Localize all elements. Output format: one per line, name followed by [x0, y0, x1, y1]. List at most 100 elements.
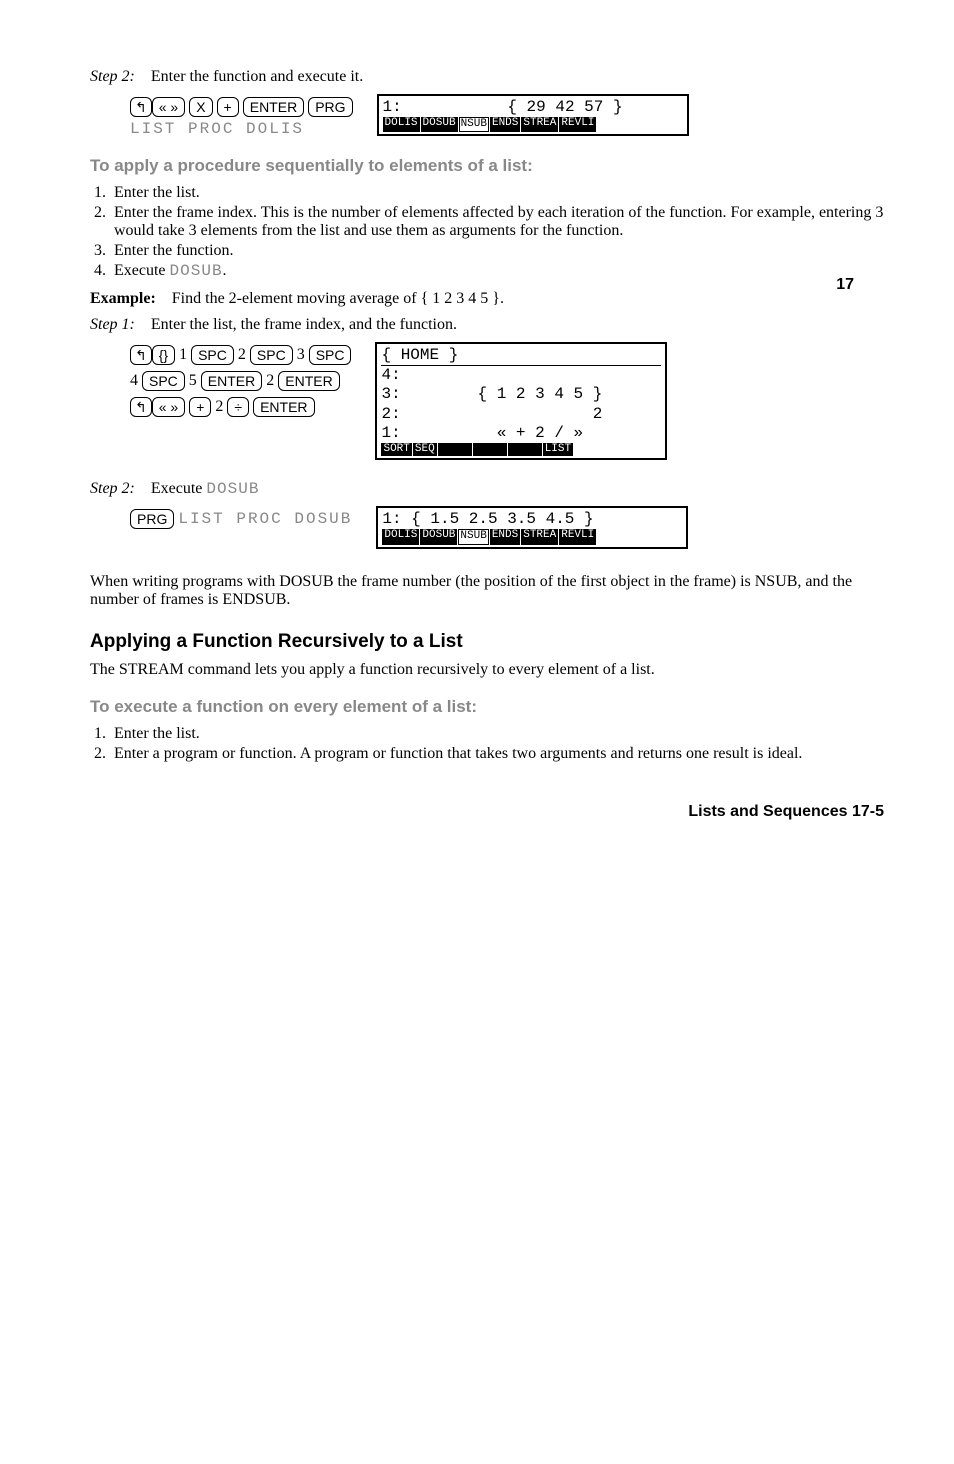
menu2-seq: SEQ	[413, 443, 437, 456]
step2b-text-b: DOSUB	[206, 480, 259, 498]
menu3-dosub: DOSUB	[420, 529, 457, 544]
step2b-line: Step 2: Execute DOSUB	[90, 480, 884, 498]
keys3-row: PRG LIST PROC DOSUB	[130, 506, 352, 532]
example-line: Example: Find the 2-element moving avera…	[90, 290, 884, 308]
screen2-l4: 4:	[381, 366, 661, 385]
step2a-text: Enter the function and execute it.	[151, 68, 363, 85]
screen2-header: { HOME }	[381, 346, 661, 366]
key-shift: ↰	[130, 97, 152, 117]
k-5: 5	[189, 372, 197, 389]
k-3: 3	[297, 346, 305, 363]
menu2-b1	[438, 443, 472, 456]
key-prg2: PRG	[130, 509, 174, 529]
k-2: 2	[238, 346, 246, 363]
key-enter: ENTER	[243, 97, 304, 117]
step2b-label: Step 2:	[90, 480, 135, 497]
menu2-b2	[473, 443, 507, 456]
screen2-l1: 1: « + 2 / »	[381, 424, 661, 443]
key-plus: +	[217, 97, 239, 117]
menu-strea: STREA	[521, 117, 558, 132]
list1-item2: Enter the frame index. This is the numbe…	[110, 204, 884, 240]
k-1: 1	[179, 346, 187, 363]
example-label: Example:	[90, 290, 156, 307]
screen1-l1: 1: { 29 42 57 }	[383, 98, 683, 117]
key-x: X	[189, 97, 212, 117]
step1b-label: Step 1:	[90, 316, 135, 333]
key-enter3: ENTER	[253, 397, 314, 417]
heading1: To apply a procedure sequentially to ele…	[90, 156, 884, 176]
list2-item1: Enter the list.	[110, 725, 884, 743]
example-text: Find the 2-element moving average of { 1…	[172, 290, 504, 307]
key-shift2: ↰	[130, 345, 152, 365]
screen1: 1: { 29 42 57 } DOLIS DOSUB NSUB ENDS ST…	[377, 94, 689, 136]
step1b-text: Enter the list, the frame index, and the…	[151, 316, 457, 333]
key-spc4: SPC	[142, 371, 185, 391]
key-enter2: ENTER	[278, 371, 339, 391]
list1-item4: Execute DOSUB.	[110, 262, 884, 280]
screen2-menu: SORT SEQ LIST	[381, 443, 661, 456]
menu-revli: REVLI	[559, 117, 596, 132]
step2a-line: Step 2: Enter the function and execute i…	[90, 68, 884, 86]
list1-item4-a: Execute	[114, 262, 170, 279]
menu2-sort: SORT	[381, 443, 411, 456]
k-4: 4	[130, 372, 138, 389]
step2b-text-a: Execute	[151, 480, 207, 497]
menu-dolis: DOLIS	[383, 117, 420, 132]
k-2b: 2	[266, 372, 274, 389]
screen1-menu: DOLIS DOSUB NSUB ENDS STREA REVLI	[383, 117, 683, 132]
key-spc2: SPC	[250, 345, 293, 365]
list1-item3: Enter the function.	[110, 242, 884, 260]
key-laquo2: « »	[152, 397, 185, 417]
heading2: Applying a Function Recursively to a Lis…	[90, 631, 884, 653]
screen3: 1: { 1.5 2.5 3.5 4.5 } DOLIS DOSUB NSUB …	[376, 506, 688, 548]
screen2-l3: 3: { 1 2 3 4 5 }	[381, 385, 661, 404]
page-footer: Lists and Sequences 17-5	[90, 803, 884, 821]
list1-item4-c: .	[223, 262, 227, 279]
block2: ↰{} 1 SPC 2 SPC 3 SPC 4 SPC 5 ENTER 2 EN…	[130, 342, 884, 460]
menu3-dolis: DOLIS	[382, 529, 419, 544]
list2: Enter the list. Enter a program or funct…	[90, 725, 884, 763]
menu3-revli: REVLI	[559, 529, 596, 544]
keys3: PRG LIST PROC DOSUB	[130, 506, 352, 532]
heading3: To execute a function on every element o…	[90, 697, 884, 717]
margin-17: 17	[836, 276, 854, 294]
block3: PRG LIST PROC DOSUB 1: { 1.5 2.5 3.5 4.5…	[130, 506, 884, 548]
block1: ↰« » X + ENTER PRG LIST PROC DOLIS 1: { …	[130, 94, 884, 138]
list1-item4-b: DOSUB	[170, 262, 223, 280]
menu3-strea: STREA	[521, 529, 558, 544]
key-enter1: ENTER	[201, 371, 262, 391]
menu-dosub: DOSUB	[421, 117, 458, 132]
menu2-b3	[508, 443, 542, 456]
menu-ends: ENDS	[490, 117, 520, 132]
keys1: ↰« » X + ENTER PRG LIST PROC DOLIS	[130, 94, 353, 138]
k-2c: 2	[215, 398, 223, 415]
keys2: ↰{} 1 SPC 2 SPC 3 SPC 4 SPC 5 ENTER 2 EN…	[130, 342, 351, 420]
menu3-nsub: NSUB	[458, 529, 488, 544]
keys2-row2: 4 SPC 5 ENTER 2 ENTER	[130, 368, 351, 394]
key-spc1: SPC	[191, 345, 234, 365]
screen3-l1: 1: { 1.5 2.5 3.5 4.5 }	[382, 510, 682, 529]
screen2-l2: 2: 2	[381, 405, 661, 424]
key-shift3: ↰	[130, 397, 152, 417]
list1-item1: Enter the list.	[110, 184, 884, 202]
key-div: ÷	[227, 397, 249, 417]
menu-nsub: NSUB	[459, 117, 489, 132]
menu3-ends: ENDS	[490, 529, 520, 544]
keys1-soft: LIST PROC DOLIS	[130, 120, 353, 138]
keys1-row1: ↰« » X + ENTER PRG	[130, 94, 353, 120]
list1: Enter the list. Enter the frame index. T…	[90, 184, 884, 280]
keys2-row3: ↰« » + 2 ÷ ENTER	[130, 394, 351, 420]
list2-item2: Enter a program or function. A program o…	[110, 745, 884, 763]
screen3-menu: DOLIS DOSUB NSUB ENDS STREA REVLI	[382, 529, 682, 544]
key-spc3: SPC	[309, 345, 352, 365]
key-plus2: +	[189, 397, 211, 417]
para1: When writing programs with DOSUB the fra…	[90, 573, 884, 609]
key-brace: {}	[152, 345, 175, 365]
para2: The STREAM command lets you apply a func…	[90, 661, 884, 679]
key-prg: PRG	[308, 97, 352, 117]
keys2-row1: ↰{} 1 SPC 2 SPC 3 SPC	[130, 342, 351, 368]
key-laquo: « »	[152, 97, 185, 117]
menu2-list: LIST	[543, 443, 573, 456]
step2a-label: Step 2:	[90, 68, 135, 85]
screen2: { HOME } 4: 3: { 1 2 3 4 5 } 2: 2 1: « +…	[375, 342, 667, 460]
